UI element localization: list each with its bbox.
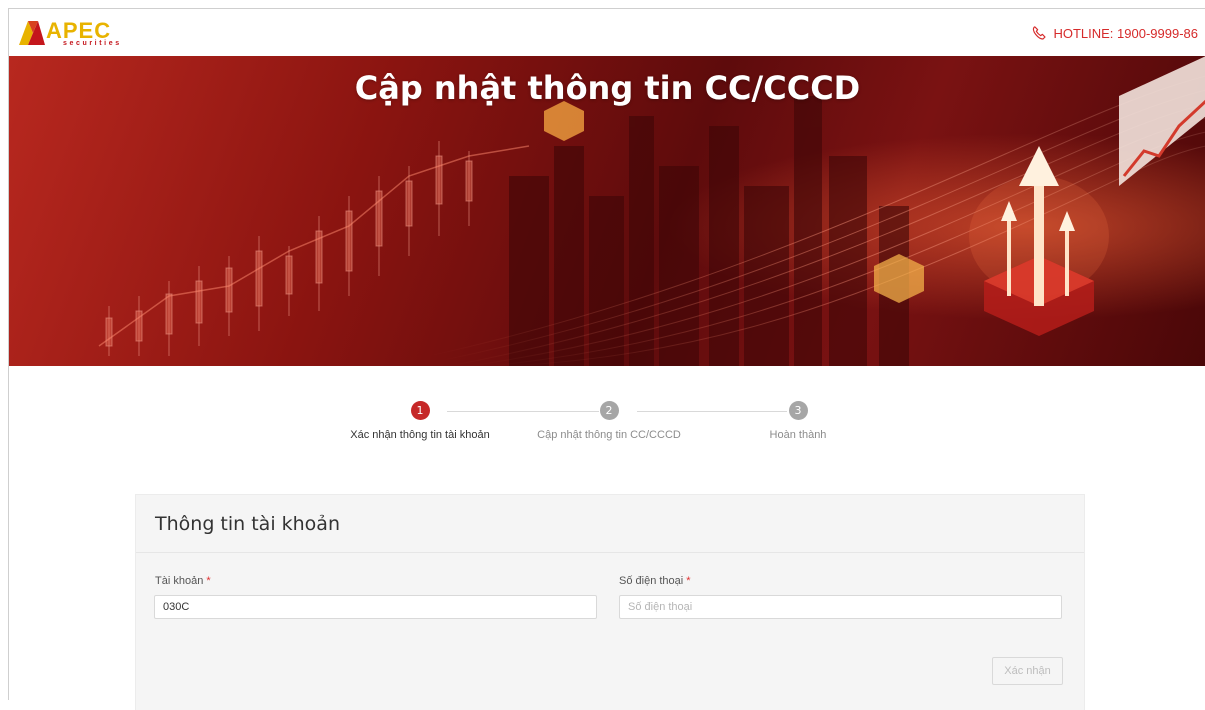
account-label: Tài khoản * (155, 575, 211, 587)
step-3: 3 Hoàn thành (698, 401, 898, 441)
confirm-button[interactable]: Xác nhận (992, 657, 1063, 685)
progress-stepper: 1 Xác nhận thông tin tài khoản 2 Cập nhậ… (9, 401, 1205, 461)
hero-banner: Cập nhật thông tin CC/CCCD (9, 56, 1205, 366)
step-1-indicator: 1 (410, 401, 430, 420)
phone-input[interactable] (619, 595, 1062, 619)
page-title: Cập nhật thông tin CC/CCCD (354, 69, 861, 107)
hotline-text: HOTLINE: 1900-9999-86 (1053, 25, 1198, 41)
logo-tagline: securities (63, 40, 122, 47)
step-3-indicator: 3 (788, 401, 808, 420)
step-2-label: Cập nhật thông tin CC/CCCD (537, 429, 681, 441)
required-mark: * (206, 575, 211, 587)
logo-triangle-icon (19, 21, 45, 45)
step-1: 1 Xác nhận thông tin tài khoản (320, 401, 520, 441)
card-divider (136, 552, 1084, 553)
hotline[interactable]: HOTLINE: 1900-9999-86 (1031, 24, 1198, 42)
step-2-indicator: 2 (599, 401, 619, 420)
app-frame: APEC securities HOTLINE: 1900-9999-86 Cậ… (8, 8, 1205, 710)
apec-logo[interactable]: APEC securities (19, 19, 139, 49)
phone-icon (1033, 26, 1047, 40)
logo-wordmark: APEC (46, 18, 112, 43)
step-3-label: Hoàn thành (769, 429, 827, 441)
card-title: Thông tin tài khoản (155, 513, 340, 535)
account-info-card: Thông tin tài khoản Tài khoản * Số điện … (135, 494, 1085, 710)
phone-label: Số điện thoại * (619, 575, 691, 587)
account-input[interactable] (154, 595, 597, 619)
top-header: APEC securities HOTLINE: 1900-9999-86 (9, 9, 1205, 56)
step-2: 2 Cập nhật thông tin CC/CCCD (509, 401, 709, 441)
required-mark: * (686, 575, 691, 587)
step-1-label: Xác nhận thông tin tài khoản (350, 429, 490, 441)
